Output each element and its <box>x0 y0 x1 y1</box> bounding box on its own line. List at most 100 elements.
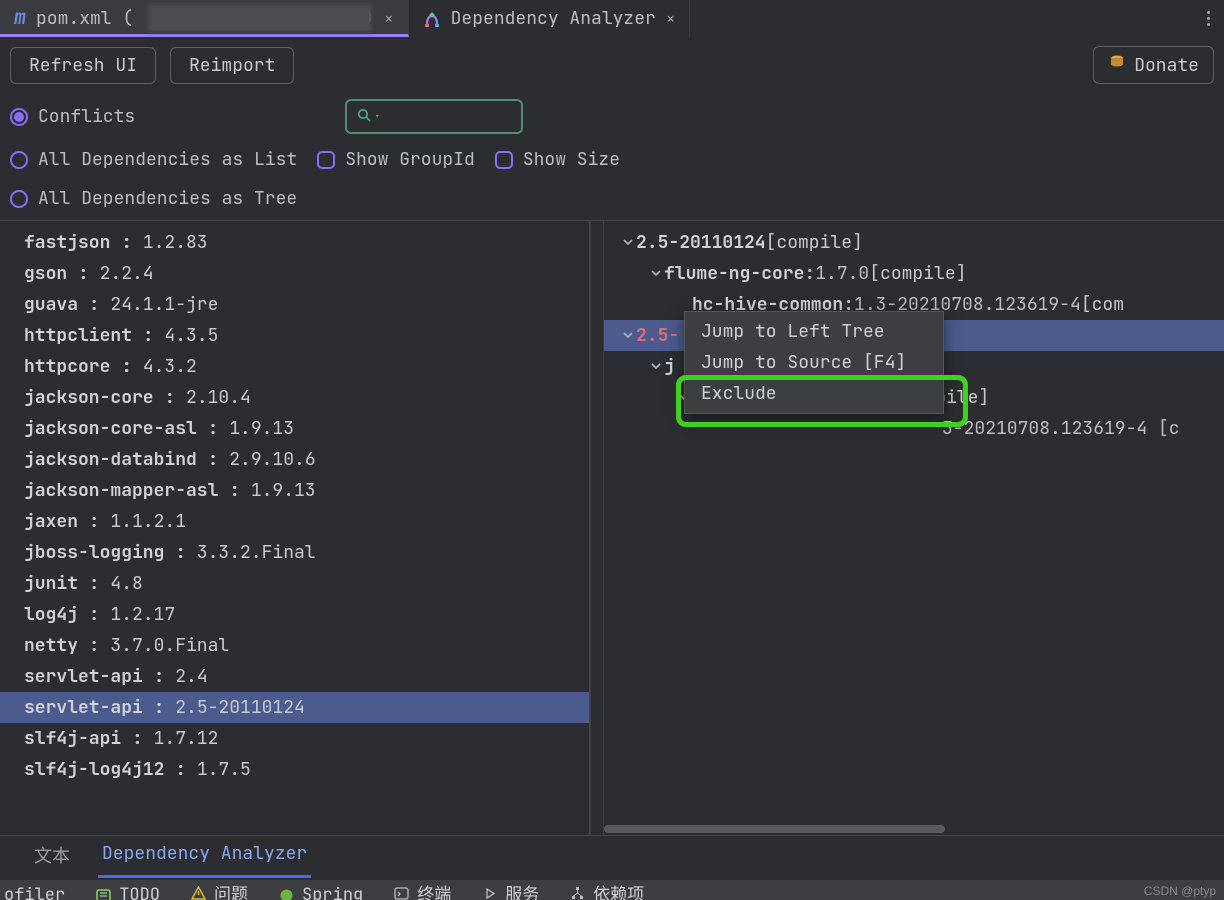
dependency-version: 2.4 <box>175 665 207 688</box>
search-icon <box>357 106 371 127</box>
status-services[interactable]: 服务 <box>481 880 539 900</box>
editor-tabbar: m pom.xml ( ) × Dependency Analyzer × <box>0 0 1224 37</box>
dependency-version: 2.5-20110124 <box>175 696 305 719</box>
dependency-name: servlet-api <box>24 665 143 688</box>
menu-jump-left-tree[interactable]: Jump to Left Tree <box>685 316 943 347</box>
dependency-version: 3.3.2.Final <box>197 541 316 564</box>
scrollbar-thumb[interactable] <box>604 825 945 833</box>
status-todo[interactable]: TODO <box>95 884 160 900</box>
chevron-down-icon[interactable] <box>648 266 664 282</box>
menu-exclude[interactable]: Exclude <box>685 378 943 409</box>
list-item[interactable]: jackson-mapper-asl : 1.9.13 <box>0 475 589 506</box>
dependency-tree-panel[interactable]: 2.5-20110124 [compile]flume-ng-core : 1.… <box>604 221 1224 835</box>
status-bar: ofiler TODO 问题 Spring 终端 服务 依赖项 CSDN @pt… <box>0 880 1224 900</box>
tree-row[interactable]: 3-20210708.123619-4 [c <box>604 413 1224 444</box>
dependency-version: 1.2.83 <box>143 231 208 254</box>
maven-icon: m <box>14 4 26 33</box>
services-icon <box>481 885 498 900</box>
watermark: CSDN @ptyp <box>1144 884 1216 898</box>
dependency-version: 4.3.2 <box>143 355 197 378</box>
dependency-name: log4j <box>24 603 78 626</box>
node-label: 2.5- <box>636 324 679 347</box>
close-icon[interactable]: × <box>666 8 676 29</box>
radio-all-tree[interactable]: All Dependencies as Tree <box>10 187 297 210</box>
list-item[interactable]: junit : 4.8 <box>0 568 589 599</box>
dependency-name: jboss-logging <box>24 541 164 564</box>
status-profiler[interactable]: ofiler <box>4 884 65 900</box>
status-dependencies[interactable]: 依赖项 <box>569 880 644 900</box>
dependency-version: 4.8 <box>110 572 142 595</box>
radio-conflicts[interactable]: Conflicts <box>10 105 135 128</box>
list-item[interactable]: httpclient : 4.3.5 <box>0 320 589 351</box>
status-problems[interactable]: 问题 <box>190 880 248 900</box>
search-input[interactable]: ▾ <box>345 99 523 134</box>
tab-label: pom.xml ( <box>36 7 133 30</box>
list-item[interactable]: jackson-core-asl : 1.9.13 <box>0 413 589 444</box>
chevron-down-icon[interactable] <box>620 235 636 251</box>
list-item[interactable]: log4j : 1.2.17 <box>0 599 589 630</box>
tree-row[interactable]: flume-ng-core : 1.7.0 [compile] <box>604 258 1224 289</box>
donate-button[interactable]: Donate <box>1093 46 1214 84</box>
dependency-name: guava <box>24 293 78 316</box>
donate-icon <box>1108 53 1126 77</box>
context-menu: Jump to Left Tree Jump to Source [F4] Ex… <box>684 311 944 414</box>
list-item[interactable]: httpcore : 4.3.2 <box>0 351 589 382</box>
filter-row-2: All Dependencies as List Show GroupId Sh… <box>0 140 1224 177</box>
pom-subtabs: 文本 Dependency Analyzer <box>0 835 1224 880</box>
horizontal-scrollbar[interactable] <box>604 823 1224 835</box>
dependency-name: httpclient <box>24 324 132 347</box>
dependency-name: netty <box>24 634 78 657</box>
spring-icon <box>278 887 295 900</box>
tab-dependency-analyzer[interactable]: Dependency Analyzer × <box>409 0 691 37</box>
dependency-version: 4.3.5 <box>164 324 218 347</box>
checkbox-icon <box>317 151 335 169</box>
radio-icon <box>10 190 28 208</box>
reimport-button[interactable]: Reimport <box>170 47 294 84</box>
dependency-analyzer-icon <box>423 10 441 28</box>
dependency-name: jaxen <box>24 510 78 533</box>
status-spring[interactable]: Spring <box>278 884 363 900</box>
node-label: flume-ng-core <box>664 262 804 285</box>
menu-jump-source[interactable]: Jump to Source [F4] <box>685 347 943 378</box>
refresh-ui-button[interactable]: Refresh UI <box>10 47 156 84</box>
close-icon[interactable]: × <box>384 8 394 29</box>
list-item[interactable]: servlet-api : 2.5-20110124 <box>0 692 589 723</box>
filter-row-3: All Dependencies as Tree <box>0 177 1224 220</box>
list-item[interactable]: guava : 24.1.1-jre <box>0 289 589 320</box>
list-item[interactable]: slf4j-log4j12 : 1.7.5 <box>0 754 589 785</box>
content-split: fastjson : 1.2.83gson : 2.2.4guava : 24.… <box>0 220 1224 835</box>
tab-label: Dependency Analyzer <box>451 7 656 30</box>
chevron-down-icon[interactable] <box>648 359 664 375</box>
dependency-list-panel[interactable]: fastjson : 1.2.83gson : 2.2.4guava : 24.… <box>0 221 590 835</box>
todo-icon <box>95 887 112 900</box>
tab-options-icon[interactable] <box>1193 0 1224 37</box>
node-label: j <box>664 355 675 378</box>
list-item[interactable]: fastjson : 1.2.83 <box>0 227 589 258</box>
dependency-version: 1.7.12 <box>154 727 219 750</box>
list-item[interactable]: jboss-logging : 3.3.2.Final <box>0 537 589 568</box>
chevron-down-icon: ▾ <box>374 110 380 123</box>
status-terminal[interactable]: 终端 <box>393 880 451 900</box>
list-item[interactable]: servlet-api : 2.4 <box>0 661 589 692</box>
list-item[interactable]: jackson-databind : 2.9.10.6 <box>0 444 589 475</box>
list-item[interactable]: netty : 3.7.0.Final <box>0 630 589 661</box>
tree-row[interactable]: 2.5-20110124 [compile] <box>604 227 1224 258</box>
list-item[interactable]: jackson-core : 2.10.4 <box>0 382 589 413</box>
chevron-down-icon[interactable] <box>620 328 636 344</box>
subtab-analyzer[interactable]: Dependency Analyzer <box>98 832 311 878</box>
check-show-size[interactable]: Show Size <box>495 148 620 171</box>
radio-all-list[interactable]: All Dependencies as List <box>10 148 297 171</box>
list-item[interactable]: gson : 2.2.4 <box>0 258 589 289</box>
splitter-handle[interactable] <box>590 221 604 835</box>
dependency-name: jackson-core <box>24 386 154 409</box>
list-item[interactable]: jaxen : 1.1.2.1 <box>0 506 589 537</box>
dependency-name: jackson-core-asl <box>24 417 197 440</box>
dependency-version: 1.2.17 <box>110 603 175 626</box>
list-item[interactable]: slf4j-api : 1.7.12 <box>0 723 589 754</box>
subtab-text[interactable]: 文本 <box>30 832 74 878</box>
filter-row: Conflicts ▾ <box>0 93 1224 140</box>
dependency-name: httpcore <box>24 355 110 378</box>
dependency-name: jackson-databind <box>24 448 197 471</box>
check-show-groupid[interactable]: Show GroupId <box>317 148 475 171</box>
search-text[interactable] <box>386 106 622 127</box>
